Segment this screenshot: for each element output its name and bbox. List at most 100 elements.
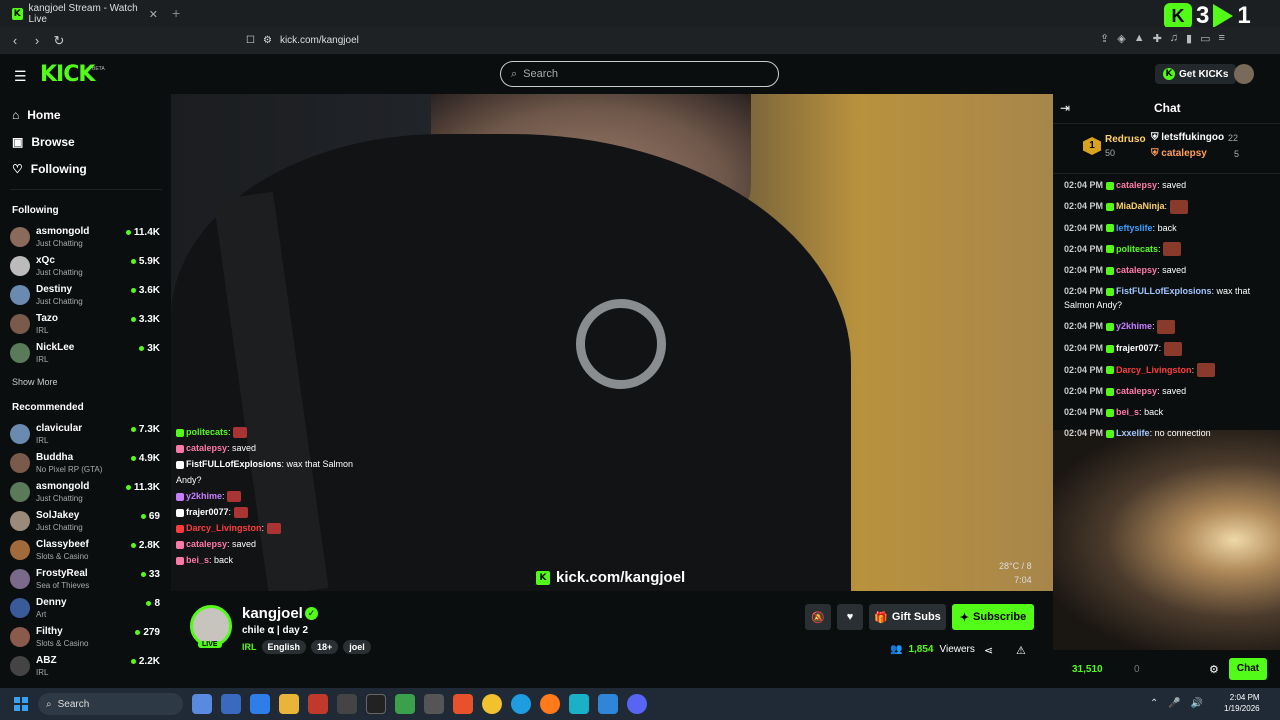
leaderboard-name[interactable]: ⛨ letsffukingoo [1151,132,1224,143]
chat-username[interactable]: politecats [1116,244,1158,254]
puzzle-icon[interactable]: ✚ [1153,32,1162,45]
viewer-count: 11.3K [126,482,160,493]
rewards-icon[interactable]: ▲ [1134,32,1145,45]
send-chat-button[interactable]: Chat [1229,658,1267,680]
report-icon[interactable]: ⚠ [1016,644,1026,657]
chat-username[interactable]: catalepsy [1116,386,1157,396]
show-more-link[interactable]: Show More [12,377,58,387]
chat-username[interactable]: catalepsy [1116,265,1157,275]
get-kicks-button[interactable]: K Get KICKs [1155,64,1237,84]
chat-username[interactable]: FistFULLofExplosions [1116,286,1212,296]
reload-icon[interactable]: ↻ [48,33,70,49]
edge-icon[interactable] [511,694,531,714]
viewer-count: 4.9K [131,453,160,464]
search-input[interactable]: ⌕ Search [500,61,779,87]
channel-name[interactable]: kangjoel [242,605,303,622]
close-tab-icon[interactable]: ✕ [149,8,158,21]
follow-button[interactable]: ♥ [837,604,863,630]
menu-icon[interactable]: ≡ [1219,32,1225,45]
share-channel-icon[interactable]: ⋖ [984,644,993,657]
sidebar-icon[interactable]: ▮ [1186,32,1192,45]
tag-pill[interactable]: 18+ [311,640,339,654]
app-icon[interactable] [221,694,241,714]
speaker-icon[interactable]: 🔊 [1191,698,1203,709]
chat-username[interactable]: MiaDaNinja [1116,201,1165,211]
tag-pill[interactable]: English [261,640,307,654]
browser-tab[interactable]: K kangjoel Stream - Watch Live ✕ [6,3,164,25]
mute-notifications-button[interactable]: 🔕 [805,604,831,630]
taskbar-clock[interactable]: 2:04 PM 1/19/2026 [1224,692,1260,714]
gift-subs-button[interactable]: 🎁 Gift Subs [869,604,946,630]
share-icon[interactable]: ⇪ [1100,32,1109,45]
chat-username[interactable]: frajer0077 [1116,343,1159,353]
chat-message: 02:04 PM FistFULLofExplosions: wax that S… [1064,284,1276,312]
chat-username[interactable]: Darcy_Livingston [1116,365,1192,375]
sidebar-item-following[interactable]: ♡ Following [12,162,87,176]
sidebar-channel-item[interactable]: NickLee IRL 3K [10,340,160,368]
taskbar-search-input[interactable]: ⌕ Search [38,693,183,715]
chat-username[interactable]: bei_s [1116,407,1139,417]
app-icon[interactable] [569,694,589,714]
chrome-icon[interactable] [482,694,502,714]
back-icon[interactable]: ‹ [4,33,26,48]
leaderboard-name[interactable]: ⛨ catalepsy [1151,148,1207,159]
chat-username[interactable]: Lxxelife [1116,428,1150,438]
tag-pill[interactable]: joel [343,640,371,654]
heart-icon: ♥ [846,611,854,623]
stream-title: chile ⍺ | day 2 [242,625,309,636]
category-link[interactable]: IRL [242,642,257,652]
subscribe-button[interactable]: ✦ Subscribe [952,604,1034,630]
app-icon[interactable] [366,694,386,714]
chat-username[interactable]: leftyslife [1116,223,1153,233]
sidebar-channel-item[interactable]: Tazo IRL 3.3K [10,311,160,339]
new-tab-button[interactable]: + [172,5,180,21]
app-icon[interactable] [250,694,270,714]
video-player[interactable]: politecats: catalepsy: saved FistFULLofEx… [171,94,1053,591]
app-icon[interactable] [192,694,212,714]
collapse-chat-icon[interactable]: ⇥ [1060,101,1070,115]
sidebar-channel-item[interactable]: Filthy Slots & Casino 279 [10,624,160,652]
chevron-up-icon[interactable]: ⌃ [1150,698,1158,709]
sidebar-item-browse[interactable]: ▣ Browse [12,135,75,149]
sidebar-channel-item[interactable]: Buddha No Pixel RP (GTA) 4.9K [10,450,160,478]
vscode-icon[interactable] [598,694,618,714]
forward-icon[interactable]: › [26,33,48,48]
kick-logo[interactable]: KICK [40,62,95,87]
sidebar-channel-item[interactable]: Destiny Just Chatting 3.6K [10,282,160,310]
user-avatar[interactable] [1234,64,1254,84]
sidebar-channel-item[interactable]: Classybeef Slots & Casino 2.8K [10,537,160,565]
leaderboard-name[interactable]: Redruso [1105,134,1146,145]
brave-icon[interactable] [453,694,473,714]
sidebar-channel-item[interactable]: asmongold Just Chatting 11.4K [10,224,160,252]
wallet-icon[interactable]: ▭ [1200,32,1210,45]
file-explorer-icon[interactable] [279,694,299,714]
chat-username[interactable]: catalepsy [1116,180,1157,190]
sidebar-divider [10,189,162,190]
bookmark-icon[interactable]: ☐ [246,35,255,46]
hamburger-menu-icon[interactable]: ☰ [14,68,27,85]
sidebar-channel-item[interactable]: xQc Just Chatting 5.9K [10,253,160,281]
sidebar-channel-item[interactable]: Denny Art 8 [10,595,160,623]
sidebar-channel-item[interactable]: asmongold Just Chatting 11.3K [10,479,160,507]
site-info-icon[interactable]: ⚙ [263,35,272,46]
app-icon[interactable] [395,694,415,714]
app-icon[interactable] [424,694,444,714]
sidebar-item-home[interactable]: ⌂ Home [12,108,61,122]
channel-avatar [10,656,30,676]
microphone-icon[interactable]: 🎤 [1168,698,1180,709]
firefox-icon[interactable] [540,694,560,714]
chat-settings-icon[interactable]: ⚙ [1209,663,1219,676]
windows-start-icon[interactable] [14,697,28,711]
brave-shield-icon[interactable]: ◈ [1117,32,1125,45]
chat-username[interactable]: y2khime [1116,321,1152,331]
url-field[interactable]: ☐ ⚙ kick.com/kangjoel [246,30,996,50]
app-icon[interactable] [337,694,357,714]
sidebar-channel-item[interactable]: clavicular IRL 7.3K [10,421,160,449]
sidebar-channel-item[interactable]: FrostyReal Sea of Thieves 33 [10,566,160,594]
discord-icon[interactable] [627,694,647,714]
app-icon[interactable] [308,694,328,714]
music-icon[interactable]: ♫ [1170,32,1178,45]
sidebar-channel-item[interactable]: ABZ IRL 2.2K [10,653,160,681]
viewer-count: 5.9K [131,256,160,267]
sidebar-channel-item[interactable]: SolJakey Just Chatting 69 [10,508,160,536]
